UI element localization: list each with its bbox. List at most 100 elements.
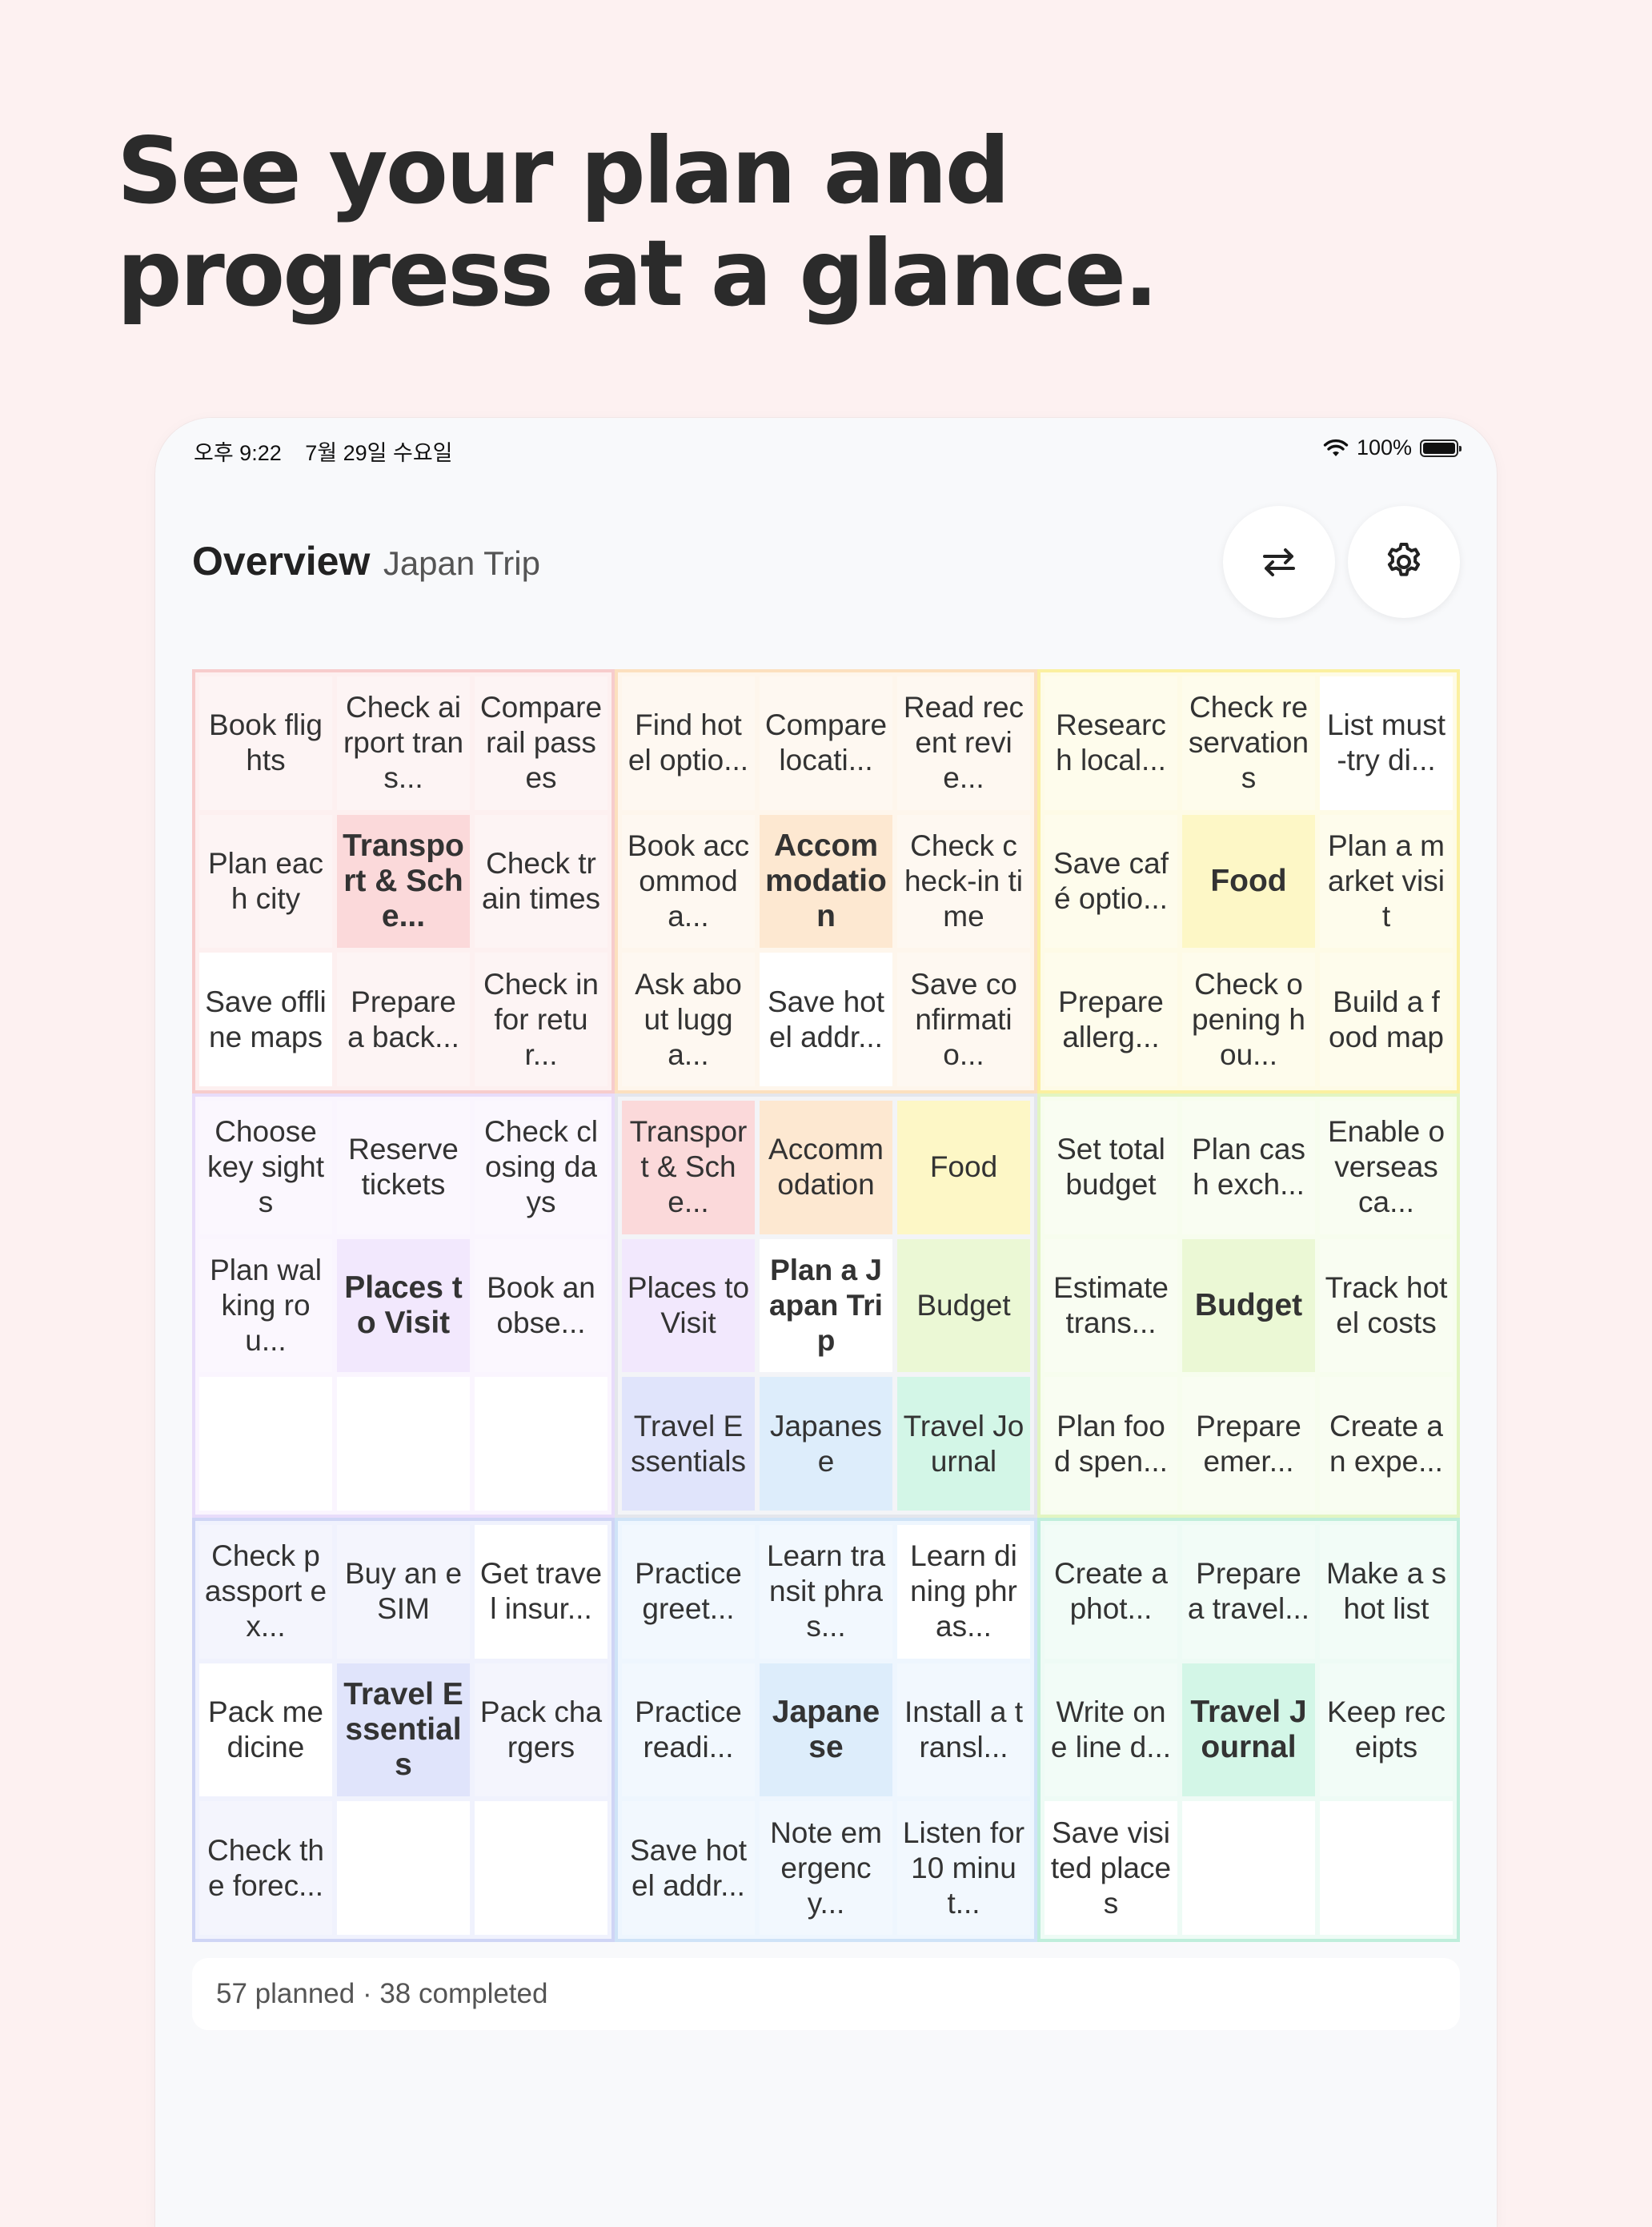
task-cell[interactable]: Enable overseas ca...	[1320, 1101, 1453, 1234]
task-cell[interactable]: Prepare emer...	[1182, 1377, 1315, 1511]
sub-goal-cell[interactable]: Travel Essentials	[622, 1377, 755, 1511]
task-cell[interactable]: Plan food spen...	[1045, 1377, 1177, 1511]
page-header: Overview Japan Trip	[192, 538, 540, 584]
task-cell[interactable]: Plan each city	[199, 814, 332, 949]
task-cell[interactable]: Track hotel costs	[1320, 1238, 1453, 1373]
task-cell[interactable]: Set total budget	[1045, 1101, 1177, 1234]
task-cell[interactable]: Write one line d...	[1045, 1663, 1177, 1797]
sub-goal-cell[interactable]: Japanese	[760, 1377, 892, 1511]
task-cell[interactable]: Book accommoda...	[622, 814, 755, 949]
task-cell[interactable]: Listen for 10 minut...	[897, 1801, 1030, 1935]
task-cell[interactable]: Get travel insur...	[475, 1525, 607, 1659]
task-cell[interactable]: Save offline maps	[199, 953, 332, 1086]
task-cell[interactable]: Plan cash exch...	[1182, 1101, 1315, 1234]
task-cell[interactable]: Make a shot list	[1320, 1525, 1453, 1659]
task-cell[interactable]: Check opening hou...	[1182, 953, 1315, 1086]
sub-goal-cell[interactable]: Transport & Sche...	[622, 1101, 755, 1234]
task-cell[interactable]: Plan walking rou...	[199, 1238, 332, 1373]
settings-button[interactable]	[1348, 506, 1460, 618]
category-title-cell[interactable]: Accommodation	[760, 814, 892, 949]
task-cell[interactable]: Choose key sights	[199, 1101, 332, 1234]
task-cell[interactable]: Check the forec...	[199, 1801, 332, 1935]
status-bar: 오후 9:22 7월 29일 수요일 100%	[194, 429, 1462, 465]
task-cell[interactable]: Create a phot...	[1045, 1525, 1177, 1659]
block-2: Research local... Check reservations List …	[1037, 669, 1460, 1093]
empty-cell[interactable]	[199, 1377, 332, 1511]
task-cell[interactable]: Learn dining phras...	[897, 1525, 1030, 1659]
task-cell[interactable]: Check check-in time	[897, 814, 1030, 949]
task-cell[interactable]: Check reservations	[1182, 676, 1315, 810]
task-cell[interactable]: Research local...	[1045, 676, 1177, 810]
block-0: Book flights Check airport trans... Compar…	[192, 669, 615, 1093]
task-cell[interactable]: Save hotel addr...	[760, 953, 892, 1086]
empty-cell[interactable]	[1182, 1801, 1315, 1935]
progress-summary-text: 57 planned · 38 completed	[216, 1978, 548, 2009]
sub-goal-cell[interactable]: Budget	[897, 1238, 1030, 1373]
category-title-cell[interactable]: Travel Journal	[1182, 1663, 1315, 1797]
task-cell[interactable]: Find hotel optio...	[622, 676, 755, 810]
task-cell[interactable]: Check closing days	[475, 1101, 607, 1234]
task-cell[interactable]: Check in for retur...	[475, 953, 607, 1086]
headline-line-1: See your plan and	[117, 118, 1010, 224]
task-cell[interactable]: Pack chargers	[475, 1663, 607, 1797]
task-cell[interactable]: Compare rail passes	[475, 676, 607, 810]
swap-view-button[interactable]	[1223, 506, 1335, 618]
task-cell[interactable]: Ask about lugga...	[622, 953, 755, 1086]
task-cell[interactable]: Save visited places	[1045, 1801, 1177, 1935]
empty-cell[interactable]	[475, 1801, 607, 1935]
task-cell[interactable]: Keep receipts	[1320, 1663, 1453, 1797]
category-title-cell[interactable]: Transport & Sche...	[337, 814, 470, 949]
task-cell[interactable]: Prepare a back...	[337, 953, 470, 1086]
task-cell[interactable]: Prepare allerg...	[1045, 953, 1177, 1086]
sub-goal-cell[interactable]: Accommodation	[760, 1101, 892, 1234]
category-title-cell[interactable]: Food	[1182, 814, 1315, 949]
page-title: Overview	[192, 539, 371, 584]
task-cell[interactable]: Check train times	[475, 814, 607, 949]
task-cell[interactable]: Practice greet...	[622, 1525, 755, 1659]
sub-goal-cell[interactable]: Travel Journal	[897, 1377, 1030, 1511]
empty-cell[interactable]	[475, 1377, 607, 1511]
category-title-cell[interactable]: Places to Visit	[337, 1238, 470, 1373]
task-cell[interactable]: Pack medicine	[199, 1663, 332, 1797]
battery-percent: 100%	[1356, 435, 1412, 459]
task-cell[interactable]: Estimate trans...	[1045, 1238, 1177, 1373]
task-cell[interactable]: Compare locati...	[760, 676, 892, 810]
empty-cell[interactable]	[337, 1377, 470, 1511]
progress-summary: 57 planned · 38 completed	[192, 1958, 1460, 2030]
block-7: Practice greet... Learn transit phras... L…	[615, 1518, 1037, 1942]
mandalart-grid: Book flights Check airport trans... Compar…	[192, 669, 1460, 1942]
task-cell[interactable]: Save café optio...	[1045, 814, 1177, 949]
task-cell[interactable]: Read recent revie...	[897, 676, 1030, 810]
task-cell[interactable]: Book flights	[199, 676, 332, 810]
tablet-frame: 오후 9:22 7월 29일 수요일 100% Overview Japan T…	[155, 418, 1497, 2227]
category-title-cell[interactable]: Budget	[1182, 1238, 1315, 1373]
plan-goal-cell[interactable]: Plan a Japan Trip	[760, 1238, 892, 1373]
task-cell[interactable]: Save confirmatio...	[897, 953, 1030, 1086]
task-cell[interactable]: Note emergency...	[760, 1801, 892, 1935]
task-cell[interactable]: Check passport ex...	[199, 1525, 332, 1659]
task-cell[interactable]: Check airport trans...	[337, 676, 470, 810]
task-cell[interactable]: Build a food map	[1320, 953, 1453, 1086]
task-cell[interactable]: List must-try di...	[1320, 676, 1453, 810]
task-cell[interactable]: Plan a market visit	[1320, 814, 1453, 949]
block-6: Check passport ex... Buy an eSIM Get trave…	[192, 1518, 615, 1942]
wifi-icon	[1323, 439, 1349, 456]
task-cell[interactable]: Learn transit phras...	[760, 1525, 892, 1659]
category-title-cell[interactable]: Travel Essentials	[337, 1663, 470, 1797]
category-title-cell[interactable]: Japanese	[760, 1663, 892, 1797]
task-cell[interactable]: Save hotel addr...	[622, 1801, 755, 1935]
task-cell[interactable]: Install a transl...	[897, 1663, 1030, 1797]
task-cell[interactable]: Book an obse...	[475, 1238, 607, 1373]
status-date: 7월 29일 수요일	[305, 441, 453, 465]
task-cell[interactable]: Buy an eSIM	[337, 1525, 470, 1659]
empty-cell[interactable]	[1320, 1801, 1453, 1935]
task-cell[interactable]: Practice readi...	[622, 1663, 755, 1797]
sub-goal-cell[interactable]: Food	[897, 1101, 1030, 1234]
task-cell[interactable]: Create an expe...	[1320, 1377, 1453, 1511]
empty-cell[interactable]	[337, 1801, 470, 1935]
sub-goal-cell[interactable]: Places to Visit	[622, 1238, 755, 1373]
status-time: 오후 9:22	[194, 441, 282, 465]
task-cell[interactable]: Prepare a travel...	[1182, 1525, 1315, 1659]
task-cell[interactable]: Reserve tickets	[337, 1101, 470, 1234]
block-5: Set total budget Plan cash exch... Enable …	[1037, 1093, 1460, 1518]
